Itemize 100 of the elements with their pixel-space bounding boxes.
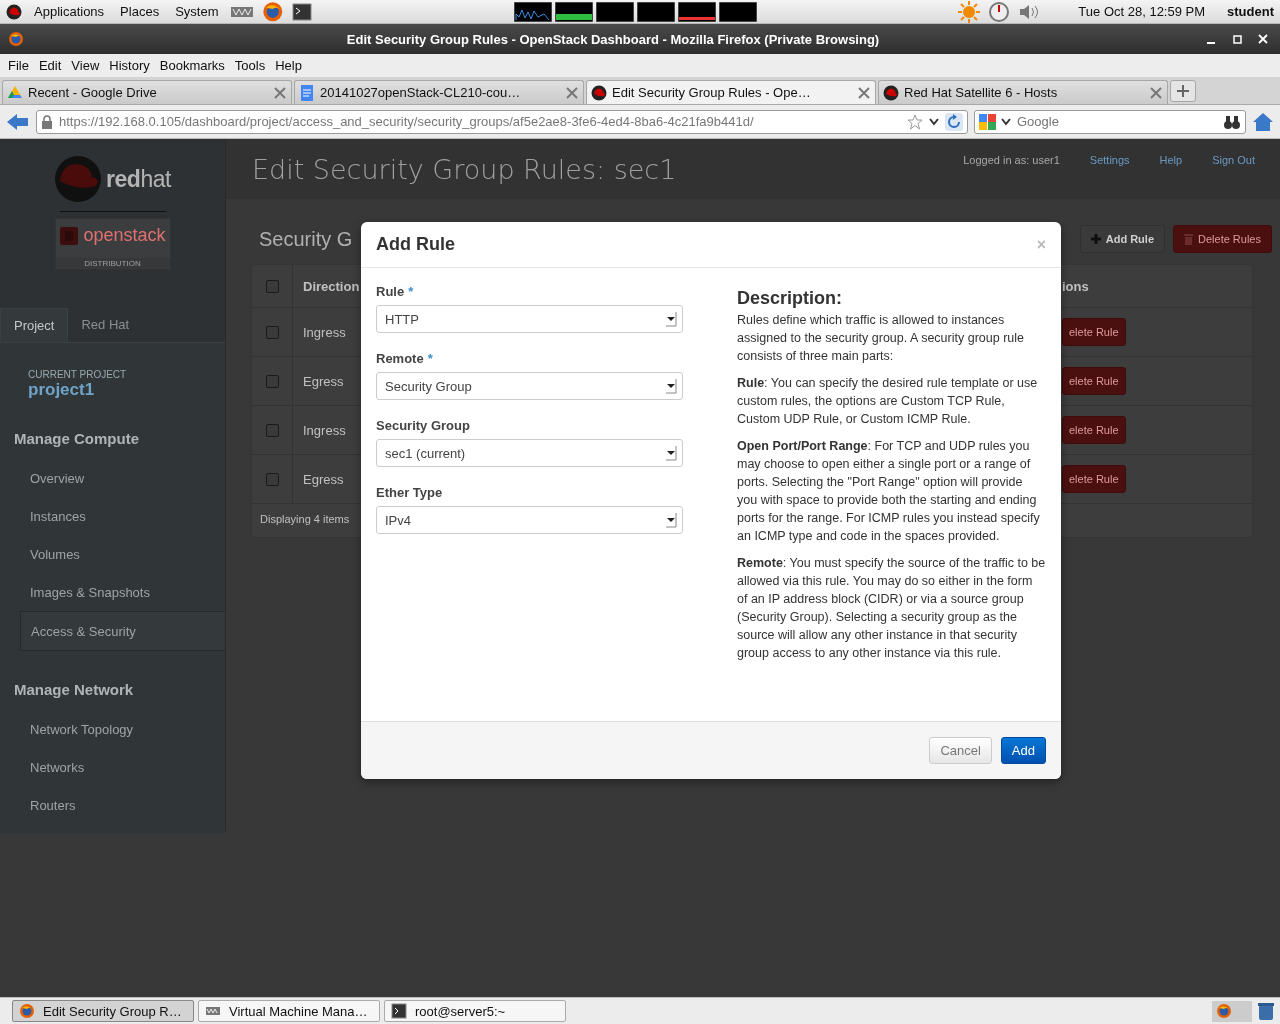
- table-cell: Egress: [303, 373, 344, 389]
- system-monitor-graph: [513, 1, 552, 22]
- address-bar[interactable]: https://192.168.0.105/dashboard/project/access_and_security/security_groups/af5e2ae8-3fe6-4ed4-8ba6-4c21fa9b441d/: [36, 109, 968, 134]
- current-project[interactable]: project1: [28, 380, 225, 400]
- browser-tab[interactable]: Recent - Google Drive: [2, 80, 292, 104]
- menu-item[interactable]: View: [66, 58, 105, 73]
- star-icon[interactable]: [907, 113, 923, 130]
- sidebar-tab[interactable]: Red Hat: [68, 308, 143, 342]
- user-name[interactable]: student: [1227, 4, 1274, 19]
- hat-icon: [883, 84, 899, 101]
- delete-rules-button[interactable]: Delete Rules: [1173, 225, 1272, 253]
- search-field[interactable]: Google: [974, 109, 1246, 134]
- menu-item[interactable]: Tools: [229, 58, 271, 73]
- reload-icon[interactable]: [945, 112, 963, 131]
- menu-item[interactable]: Bookmarks: [154, 58, 230, 73]
- sidebar-item[interactable]: Overview: [0, 459, 225, 497]
- checkbox[interactable]: [265, 325, 279, 339]
- back-arrow-icon[interactable]: [6, 111, 30, 132]
- add-rule-button[interactable]: Add Rule: [1079, 225, 1165, 253]
- menu-item[interactable]: History: [104, 58, 155, 73]
- checkbox[interactable]: [265, 472, 279, 486]
- window-title: Edit Security Group Rules - OpenStack Dashboard - Mozilla Firefox (Private Browsing): [345, 31, 881, 47]
- table-cell: Ingress: [303, 324, 346, 340]
- cancel-button[interactable]: Cancel: [929, 737, 992, 764]
- terminal-icon[interactable]: [292, 2, 313, 21]
- checkbox[interactable]: [265, 423, 279, 437]
- drive-icon: [7, 84, 23, 101]
- menu-item[interactable]: File: [3, 58, 34, 73]
- delete-rule-button[interactable]: elete Rule: [1062, 367, 1126, 395]
- sidebar-heading: Manage Compute: [14, 430, 140, 447]
- gauge-icon[interactable]: [988, 0, 1011, 23]
- description-paragraph: Remote: You must specify the source of the traffic to be allowed via this rule. You may do so either in the form of an IP address block (CIDR) or via a source group (Security Group). Selecting a security group as the source will allow any other instance in that security group access to any other instance via this rule.: [737, 555, 1046, 662]
- delete-rule-button[interactable]: elete Rule: [1062, 416, 1126, 444]
- caret-icon[interactable]: [929, 117, 939, 126]
- cube-icon: [59, 225, 80, 246]
- header-link[interactable]: Help: [1159, 154, 1183, 166]
- hat-icon: [591, 84, 607, 101]
- sidebar-item[interactable]: Instances: [0, 497, 225, 535]
- sidebar-tab[interactable]: Project: [0, 308, 69, 342]
- taskbar-item[interactable]: Virtual Machine Mana…: [198, 1000, 380, 1022]
- page-title: Edit Security Group Rules: sec1: [252, 154, 677, 185]
- delete-rule-button[interactable]: elete Rule: [1062, 318, 1126, 346]
- sidebar-item[interactable]: Routers: [0, 786, 225, 824]
- add-button[interactable]: Add: [1000, 737, 1046, 764]
- hat-icon: [6, 3, 22, 20]
- binoculars-icon[interactable]: [1223, 113, 1241, 130]
- sidebar-item[interactable]: Access & Security: [20, 611, 225, 651]
- description-paragraph: Open Port/Port Range: For TCP and UDP rules you may choose to open either a single port or a range of ports. Selecting the "Port Range" option will provide you with space to provide both the starting and ending ports for the range. For ICMP rules you instead specify an ICMP type and code in the spaces provided.: [737, 438, 1041, 545]
- logged-in-user: Logged in as: user1: [963, 154, 1060, 166]
- table-footer: Displaying 4 items: [252, 504, 358, 537]
- dropdown-caret-icon: [665, 311, 677, 327]
- sun-icon[interactable]: [958, 0, 981, 23]
- browser-tab[interactable]: 20141027openStack-CL210-cou…: [294, 80, 584, 104]
- header-link[interactable]: Sign Out: [1212, 154, 1255, 166]
- panel-menu[interactable]: Applications: [30, 4, 109, 19]
- column-header[interactable]: Direction: [303, 278, 360, 294]
- checkbox[interactable]: [265, 374, 279, 388]
- column-header[interactable]: ions: [1062, 278, 1252, 294]
- section-title: Security G: [259, 227, 353, 251]
- header-link[interactable]: Settings: [1089, 154, 1130, 166]
- lock-icon: [41, 114, 53, 129]
- dropdown[interactable]: sec1 (current): [376, 439, 683, 467]
- sidebar-item[interactable]: Volumes: [0, 535, 225, 573]
- field-label: Ether Type: [376, 485, 443, 500]
- taskbar-item[interactable]: Edit Security Group R…: [12, 1000, 194, 1022]
- delete-rule-button[interactable]: elete Rule: [1062, 465, 1126, 493]
- sidebar-heading: Manage Network: [14, 681, 135, 698]
- panel-menu[interactable]: System: [171, 4, 223, 19]
- caret-icon[interactable]: [1001, 117, 1011, 126]
- speaker-icon[interactable]: [1018, 2, 1041, 21]
- browser-tab[interactable]: Red Hat Satellite 6 - Hosts: [878, 80, 1168, 104]
- trash-icon[interactable]: [1256, 1001, 1276, 1021]
- clock[interactable]: Tue Oct 28, 12:59 PM: [1078, 4, 1206, 19]
- table-cell: Egress: [303, 471, 344, 487]
- sidebar-item[interactable]: Network Topology: [0, 710, 225, 748]
- menu-item[interactable]: Help: [270, 58, 307, 73]
- taskbar-item[interactable]: root@server5:~: [384, 1000, 566, 1022]
- dropdown[interactable]: Security Group: [376, 372, 683, 400]
- new-tab-button[interactable]: [1170, 80, 1196, 102]
- panel-menu[interactable]: Places: [116, 4, 164, 19]
- description-heading: Description:: [737, 287, 843, 309]
- sidebar-item[interactable]: Networks: [0, 748, 225, 786]
- browser-tab[interactable]: Edit Security Group Rules - Ope…: [586, 80, 876, 104]
- sidebar-item[interactable]: Images & Snapshots: [0, 573, 225, 611]
- system-monitor-graph: [677, 1, 716, 22]
- dropdown[interactable]: HTTP: [376, 305, 683, 333]
- system-monitor-graph: [554, 1, 593, 22]
- menu-item[interactable]: Edit: [33, 58, 67, 73]
- field-label: Rule: [376, 284, 405, 299]
- dropdown-caret-icon: [665, 512, 677, 528]
- description-paragraph: Rules define which traffic is allowed to instances assigned to the security group. A security group rule consists of three main parts:: [737, 312, 1025, 365]
- product-name: openstack: [83, 225, 166, 246]
- required-mark: *: [408, 284, 414, 299]
- field-label: Remote: [376, 351, 424, 366]
- field-label: Security Group: [376, 418, 470, 433]
- product-note: DISTRIBUTION: [55, 258, 170, 269]
- dropdown-caret-icon: [665, 445, 677, 461]
- dropdown[interactable]: IPv4: [376, 506, 683, 534]
- checkbox[interactable]: [265, 279, 279, 293]
- home-icon[interactable]: [1252, 111, 1274, 132]
